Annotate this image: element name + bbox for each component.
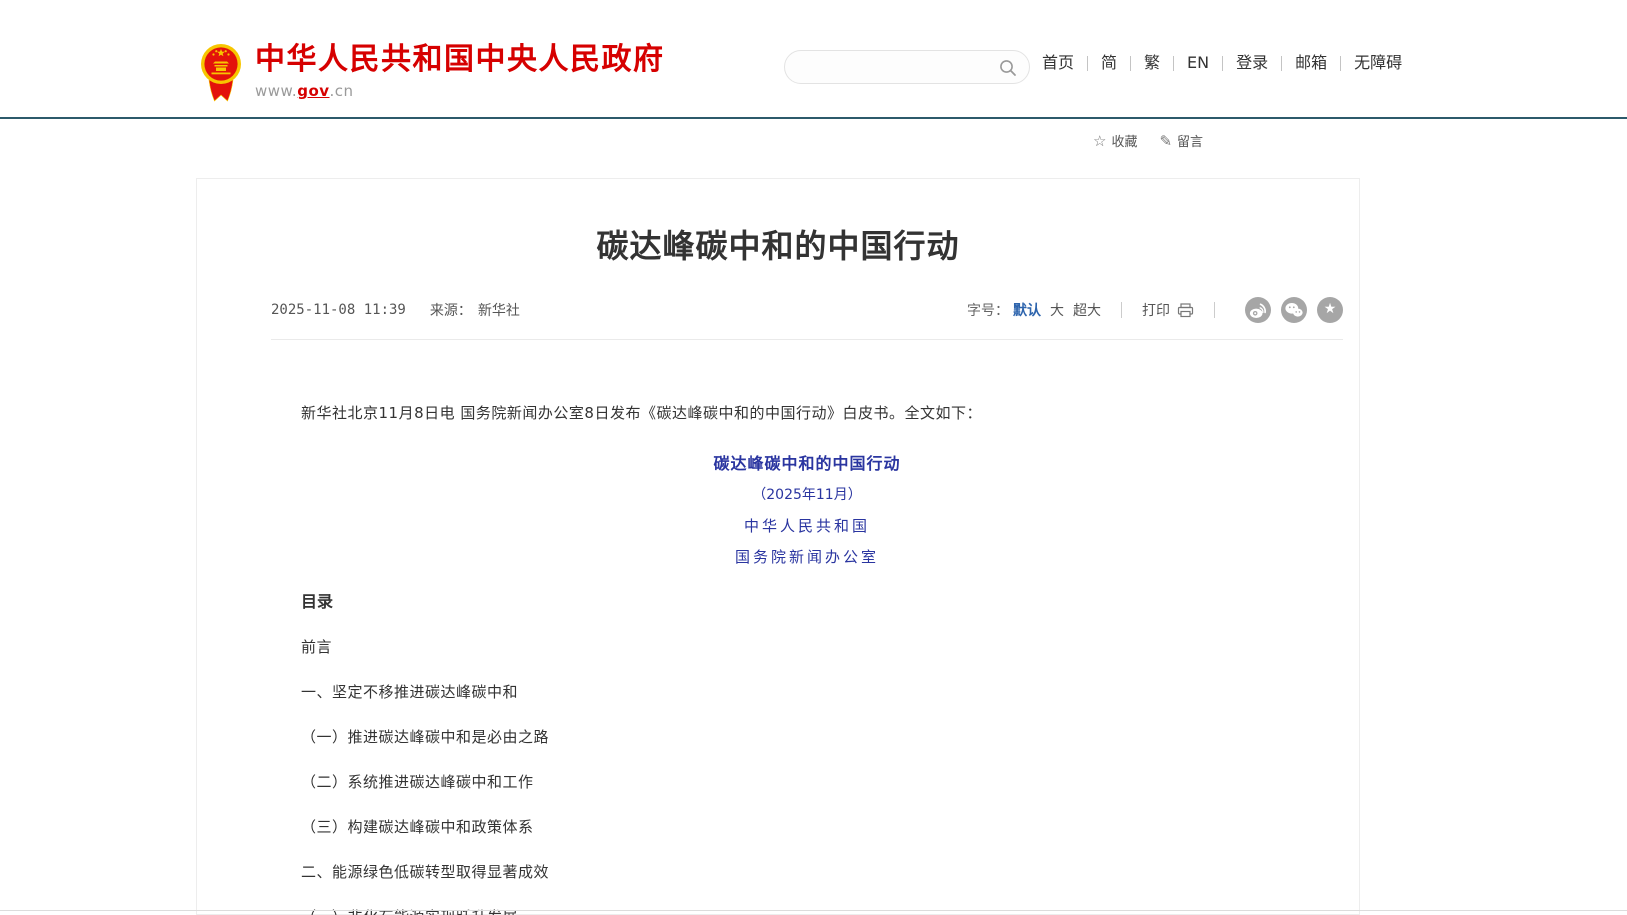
lead-paragraph: 新华社北京11月8日电 国务院新闻办公室8日发布《碳达峰碳中和的中国行动》白皮书… [271, 401, 1343, 425]
article-title: 碳达峰碳中和的中国行动 [197, 223, 1359, 269]
star-icon: ☆ [1093, 132, 1106, 150]
pencil-icon: ✎ [1159, 132, 1172, 150]
url-gov: gov [297, 82, 329, 100]
page-tools: ☆ 收藏 ✎ 留言 [1093, 131, 1203, 150]
article-meta-row: 2025-11-08 11:39 来源： 新华社 字号： 默认 大 超大 打印 [271, 297, 1343, 323]
nav-login[interactable]: 登录 [1223, 54, 1281, 72]
search-box[interactable] [784, 50, 1030, 84]
font-size-large-button[interactable]: 大 [1050, 300, 1064, 320]
toc-item: （二）系统推进碳达峰碳中和工作 [271, 771, 1343, 793]
nav-mail[interactable]: 邮箱 [1282, 54, 1340, 72]
site-logo[interactable]: 中华人民共和国中央人民政府 www.gov.cn [200, 42, 665, 104]
font-size-label: 字号： [967, 300, 1009, 320]
message-button[interactable]: ✎ 留言 [1159, 131, 1203, 150]
document-title: 碳达峰碳中和的中国行动 [271, 453, 1343, 475]
toc-heading: 目录 [271, 591, 1343, 613]
toc-item: （三）构建碳达峰碳中和政策体系 [271, 816, 1343, 838]
toolbar-separator [1214, 302, 1215, 318]
share-favorite-button[interactable]: ★ [1317, 297, 1343, 323]
meta-divider [271, 339, 1343, 340]
nav-home[interactable]: 首页 [1042, 54, 1087, 72]
nav-traditional[interactable]: 繁 [1131, 54, 1173, 72]
nav-accessibility[interactable]: 无障碍 [1341, 54, 1415, 72]
national-emblem-icon [200, 42, 242, 104]
weibo-icon [1245, 297, 1271, 323]
print-button[interactable]: 打印 [1142, 300, 1194, 320]
article-toolbar: 字号： 默认 大 超大 打印 [967, 297, 1343, 323]
publish-date: 2025-11-08 11:39 [271, 302, 406, 318]
search-icon[interactable] [999, 59, 1017, 77]
top-nav: 首页 简 繁 EN 登录 邮箱 无障碍 [1042, 54, 1415, 72]
site-url[interactable]: www.gov.cn [255, 82, 665, 100]
toolbar-separator [1121, 302, 1122, 318]
search-input[interactable] [801, 52, 991, 82]
header-divider [0, 117, 1627, 119]
font-size-default-button[interactable]: 默认 [1013, 300, 1041, 320]
share-weibo-button[interactable] [1245, 297, 1271, 323]
source-link[interactable]: 新华社 [478, 300, 520, 320]
toc-item: 二、能源绿色低碳转型取得显著成效 [271, 861, 1343, 883]
printer-icon [1177, 303, 1194, 318]
source-label: 来源： [430, 300, 472, 320]
site-title: 中华人民共和国中央人民政府 [255, 42, 665, 78]
site-header: 中华人民共和国中央人民政府 www.gov.cn 首页 简 繁 EN 登录 邮箱 [0, 0, 1627, 117]
share-wechat-button[interactable] [1281, 297, 1307, 323]
toc-item: 一、坚定不移推进碳达峰碳中和 [271, 681, 1343, 703]
document-org-line1: 中华人民共和国 [271, 515, 1343, 537]
nav-english[interactable]: EN [1174, 54, 1222, 72]
url-www: www. [255, 82, 297, 100]
star-badge-icon: ★ [1324, 302, 1337, 316]
url-cn: .cn [330, 82, 354, 100]
favorite-button[interactable]: ☆ 收藏 [1093, 131, 1137, 150]
page: 中华人民共和国中央人民政府 www.gov.cn 首页 简 繁 EN 登录 邮箱 [0, 0, 1627, 915]
nav-simplified[interactable]: 简 [1088, 54, 1130, 72]
document-org-line2: 国务院新闻办公室 [271, 546, 1343, 568]
toc-item: 前言 [271, 636, 1343, 658]
brand-text: 中华人民共和国中央人民政府 www.gov.cn [255, 42, 665, 100]
article-container: 碳达峰碳中和的中国行动 2025-11-08 11:39 来源： 新华社 字号：… [196, 178, 1360, 915]
toc-item: （一）推进碳达峰碳中和是必由之路 [271, 726, 1343, 748]
print-label: 打印 [1142, 300, 1170, 320]
wechat-icon [1281, 297, 1307, 323]
document-date: （2025年11月） [271, 484, 1343, 506]
bottom-edge-line [0, 910, 1627, 911]
message-label: 留言 [1177, 131, 1203, 150]
favorite-label: 收藏 [1111, 131, 1137, 150]
article-body: 新华社北京11月8日电 国务院新闻办公室8日发布《碳达峰碳中和的中国行动》白皮书… [271, 401, 1343, 915]
font-size-xlarge-button[interactable]: 超大 [1073, 300, 1101, 320]
